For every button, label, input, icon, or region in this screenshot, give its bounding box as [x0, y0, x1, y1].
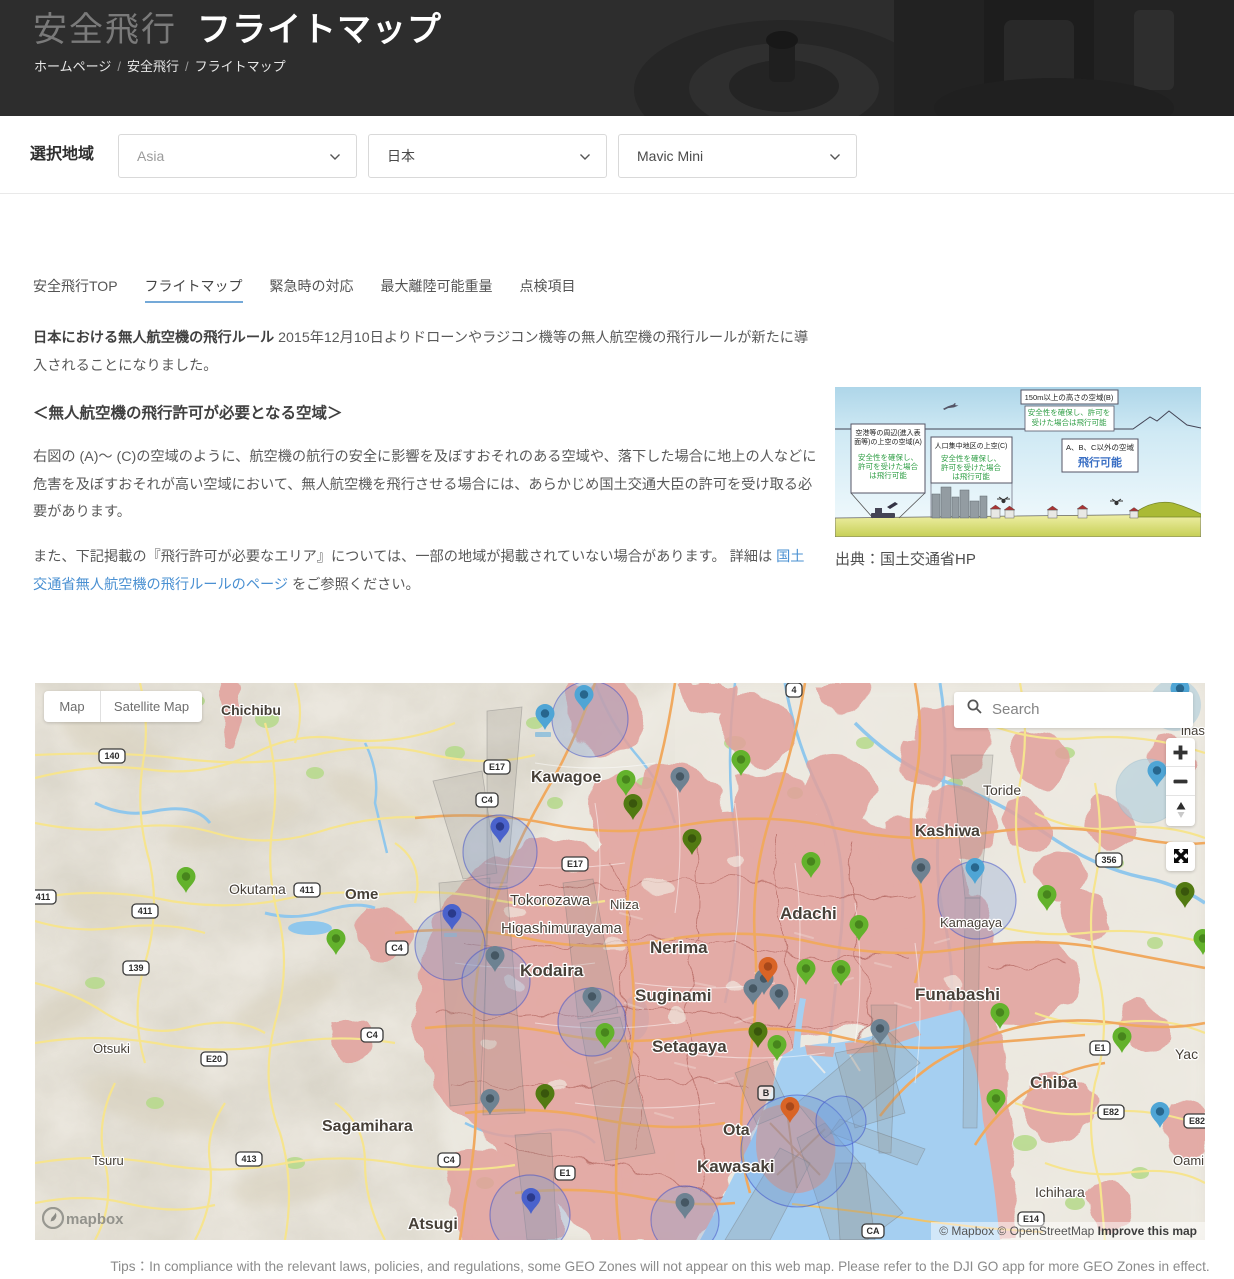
svg-text:4: 4 [791, 685, 796, 695]
svg-text:人口集中地区の上空(C): 人口集中地区の上空(C) [935, 441, 1008, 450]
svg-text:Niiza: Niiza [610, 897, 640, 912]
svg-text:空港等の周辺(進入表: 空港等の周辺(進入表 [855, 428, 920, 437]
svg-text:Otsuki: Otsuki [93, 1041, 130, 1056]
svg-text:Tsuru: Tsuru [92, 1153, 124, 1168]
svg-text:B: B [763, 1088, 770, 1098]
svg-text:411: 411 [138, 906, 153, 916]
svg-text:E82: E82 [1189, 1116, 1205, 1126]
svg-text:A、B、C以外の空域: A、B、C以外の空域 [1066, 442, 1134, 452]
svg-text:Higashimurayama: Higashimurayama [501, 920, 623, 937]
svg-text:E82: E82 [1103, 1107, 1119, 1117]
svg-text:E20: E20 [206, 1054, 222, 1064]
svg-text:Chiba: Chiba [1030, 1073, 1078, 1092]
svg-text:140: 140 [104, 751, 119, 761]
svg-text:356: 356 [1101, 855, 1116, 865]
svg-text:Kodaira: Kodaira [520, 961, 584, 980]
svg-text:Tokorozawa: Tokorozawa [510, 892, 591, 909]
svg-text:安全性を確保し、許可を: 安全性を確保し、許可を [1028, 407, 1111, 417]
svg-text:Suginami: Suginami [635, 986, 712, 1005]
svg-text:Ichihara: Ichihara [1035, 1184, 1085, 1200]
svg-text:Oami: Oami [1173, 1153, 1204, 1168]
svg-text:C4: C4 [481, 795, 493, 805]
svg-text:mapbox: mapbox [66, 1211, 124, 1228]
svg-text:Kawagoe: Kawagoe [531, 769, 601, 786]
svg-text:面等)の上空の空域(A): 面等)の上空の空域(A) [854, 437, 922, 446]
svg-text:E17: E17 [489, 762, 505, 772]
svg-text:飛行可能: 飛行可能 [1077, 455, 1122, 469]
svg-text:411: 411 [36, 892, 51, 902]
svg-text:許可を受けた場合: 許可を受けた場合 [858, 461, 918, 471]
svg-text:E17: E17 [567, 859, 583, 869]
svg-text:Nerima: Nerima [650, 938, 708, 957]
svg-text:E1: E1 [559, 1168, 570, 1178]
svg-text:139: 139 [128, 963, 143, 973]
svg-text:150m以上の高さの空域(B): 150m以上の高さの空域(B) [1025, 392, 1114, 402]
svg-text:は飛行可能: は飛行可能 [869, 470, 907, 480]
svg-text:Sagamihara: Sagamihara [322, 1118, 413, 1135]
svg-text:411: 411 [300, 885, 315, 895]
svg-text:CA: CA [867, 1226, 880, 1236]
svg-text:Adachi: Adachi [780, 904, 837, 923]
svg-text:Funabashi: Funabashi [915, 985, 1000, 1004]
svg-text:Ota: Ota [723, 1122, 750, 1139]
svg-text:413: 413 [241, 1154, 256, 1164]
svg-text:許可を受けた場合: 許可を受けた場合 [941, 462, 1001, 472]
svg-text:受けた場合は飛行可能: 受けた場合は飛行可能 [1032, 417, 1107, 427]
svg-text:Okutama: Okutama [229, 881, 286, 897]
svg-text:安全性を確保し、: 安全性を確保し、 [858, 452, 918, 462]
svg-text:Kawasaki: Kawasaki [697, 1157, 775, 1176]
svg-text:Toride: Toride [983, 782, 1021, 798]
svg-text:安全性を確保し、: 安全性を確保し、 [941, 453, 1001, 463]
svg-text:Chichibu: Chichibu [221, 702, 281, 718]
svg-text:Setagaya: Setagaya [652, 1037, 727, 1056]
svg-text:C4: C4 [443, 1155, 455, 1165]
svg-text:E1: E1 [1094, 1043, 1105, 1053]
svg-text:Kamagaya: Kamagaya [940, 915, 1003, 930]
svg-text:C4: C4 [366, 1030, 378, 1040]
svg-text:C4: C4 [391, 943, 403, 953]
svg-text:Yac: Yac [1175, 1046, 1198, 1062]
svg-text:Kashiwa: Kashiwa [915, 823, 980, 840]
svg-text:Ome: Ome [345, 886, 378, 903]
svg-text:は飛行可能: は飛行可能 [952, 471, 990, 481]
svg-text:Atsugi: Atsugi [408, 1216, 458, 1233]
